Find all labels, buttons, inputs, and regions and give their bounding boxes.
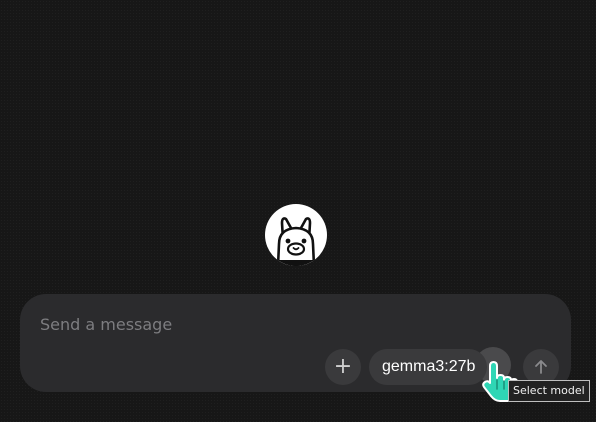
plus-icon: + bbox=[333, 354, 353, 379]
model-name: gemma3:27b bbox=[382, 358, 476, 375]
message-input[interactable] bbox=[40, 312, 540, 336]
ollama-logo bbox=[265, 204, 327, 266]
model-selector-button[interactable]: gemma3:27b bbox=[369, 349, 488, 385]
select-model-tooltip: Select model bbox=[508, 380, 590, 402]
arrow-up-icon bbox=[535, 360, 547, 374]
tooltip-text: Select model bbox=[513, 384, 585, 397]
add-attachment-button[interactable]: + bbox=[325, 349, 361, 385]
chat-app: + gemma3:27b Select model bbox=[0, 0, 596, 422]
llama-icon bbox=[265, 217, 327, 266]
